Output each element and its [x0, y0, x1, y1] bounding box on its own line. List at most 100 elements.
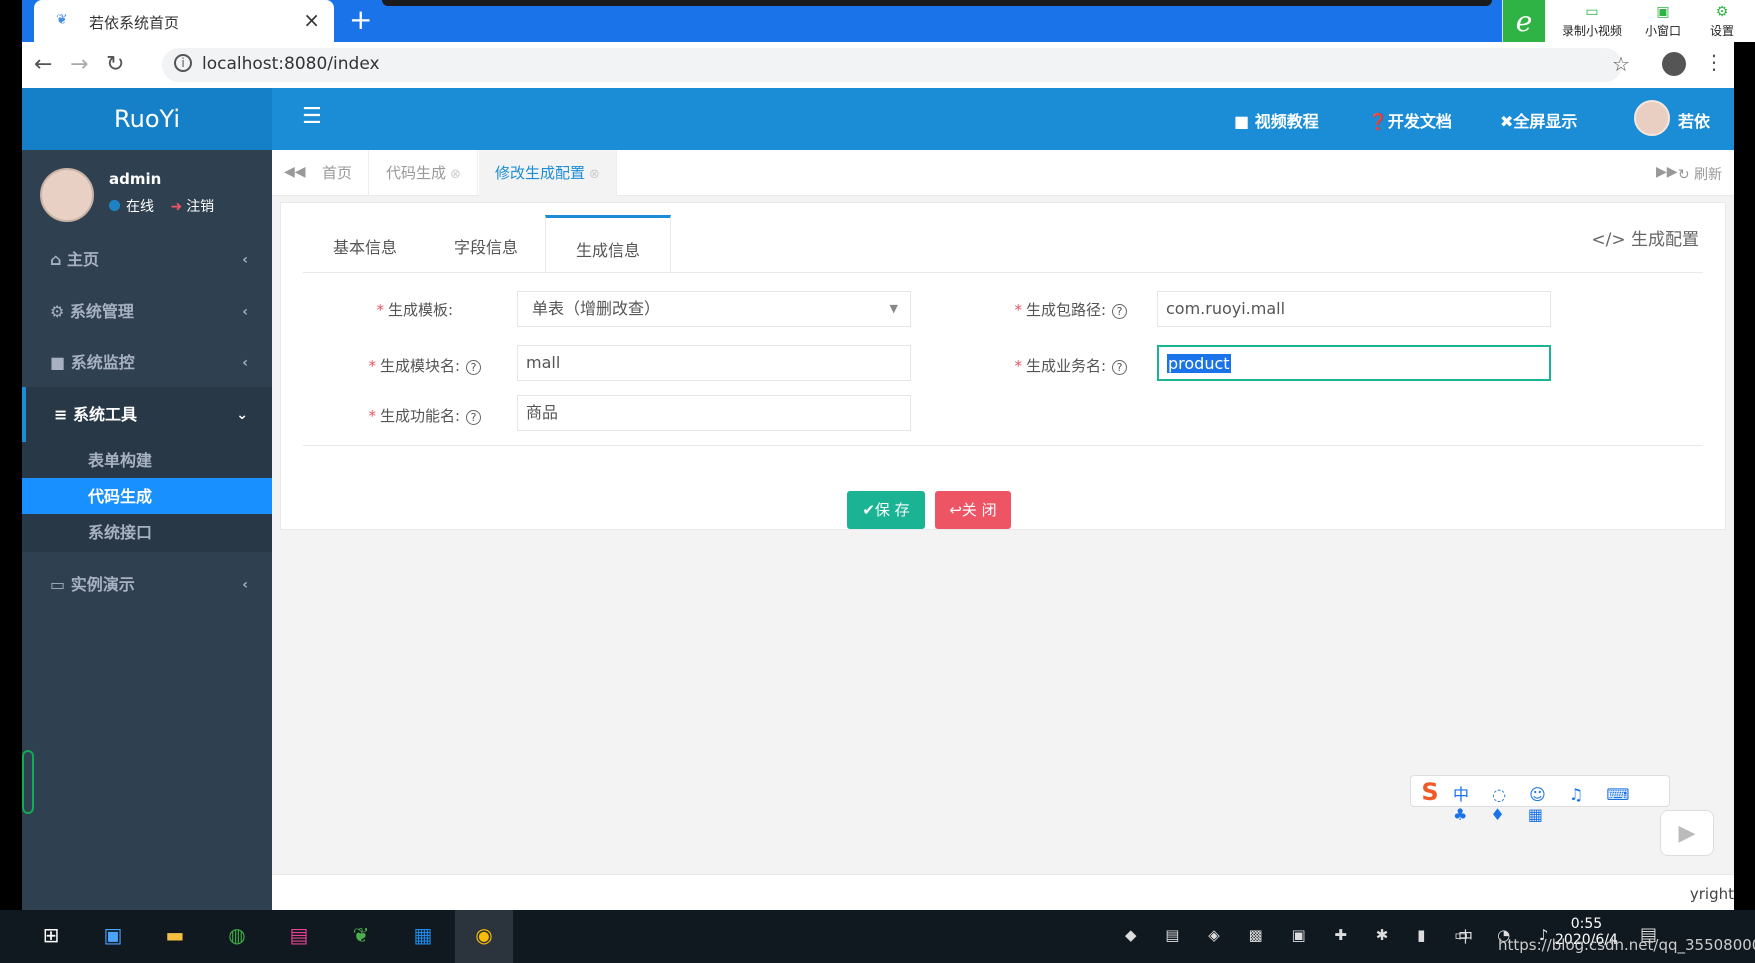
new-tab-button[interactable]: +: [349, 4, 372, 36]
logout-icon[interactable]: ➜: [170, 199, 182, 215]
settings-label: 设置: [1709, 24, 1734, 38]
browser-menu-icon[interactable]: ⋮: [1704, 50, 1724, 74]
sidebar-item-label: 系统监控: [70, 353, 135, 372]
save-button[interactable]: ✔保 存: [847, 491, 925, 529]
page-tabs-bar: ◀◀ 首页 代码生成 ⊗ 修改生成配置 ⊗ ▶▶ ↻ 刷新: [272, 150, 1734, 196]
reload-icon[interactable]: ↻: [106, 52, 124, 77]
calendar-app-icon[interactable]: ▦: [408, 920, 438, 950]
play-icon[interactable]: ▶: [1660, 810, 1714, 856]
browser-tab-bar: ❦ 若依系统首页 × +: [22, 0, 1734, 42]
required-mark: *: [368, 407, 376, 425]
help-icon[interactable]: ?: [466, 410, 481, 425]
browser-tab[interactable]: ❦ 若依系统首页 ×: [34, 0, 334, 42]
bookmark-star-icon[interactable]: ☆: [1612, 52, 1630, 76]
recorder-toolbar: e ▭ 录制小视频 ▣ 小窗口 ⚙ 设置: [1502, 0, 1755, 44]
scroll-indicator[interactable]: [22, 750, 34, 814]
ime-icons[interactable]: 中 ◌ ☺ ♫ ⌨ ♣ ♦ ▦: [1453, 781, 1669, 824]
sidebar-item-home[interactable]: ⌂ 主页 ‹: [22, 232, 272, 288]
code-icon: </>: [1591, 230, 1631, 250]
save-label: 保 存: [874, 501, 910, 519]
close-tab-icon[interactable]: ⊗: [450, 167, 461, 182]
forward-icon[interactable]: →: [70, 52, 88, 77]
list-icon: ≡: [54, 405, 73, 424]
desktop-icon: ▭: [50, 575, 71, 594]
user-status: 在线 ➜ 注销: [109, 196, 214, 216]
intellij-icon[interactable]: ▤: [284, 920, 314, 950]
chevron-down-icon: ▼: [889, 302, 898, 315]
close-button[interactable]: ↩关 闭: [935, 491, 1011, 529]
header-username[interactable]: 若依: [1678, 108, 1710, 132]
system-tray[interactable]: ◆ ▤ ◈ ▩ ▣ ✚ ✱ ▮ ▭ ◔ ♪: [1125, 926, 1561, 944]
refresh-button[interactable]: ↻ 刷新: [1678, 164, 1722, 184]
tab-gen-info[interactable]: 生成信息: [545, 215, 672, 273]
page-tab-label: 修改生成配置: [495, 164, 586, 182]
leaf-app-icon[interactable]: ❦: [346, 920, 376, 950]
dev-docs-link[interactable]: ❓开发文档: [1368, 108, 1452, 132]
copyright-text: yright: [1689, 885, 1734, 903]
help-icon[interactable]: ?: [1112, 304, 1127, 319]
sidebar-item-demo[interactable]: ▭ 实例演示 ‹: [22, 557, 272, 613]
home-icon: ⌂: [50, 250, 68, 269]
expand-icon: ✖: [1500, 112, 1514, 131]
function-label: * 生成功能名:?: [281, 405, 481, 426]
mini-window-button[interactable]: ▣ 小窗口: [1633, 4, 1693, 39]
sidebar-subitem-code-gen[interactable]: 代码生成: [22, 478, 272, 516]
tabs-next-icon[interactable]: ▶▶: [1656, 164, 1678, 180]
mini-window-label: 小窗口: [1644, 24, 1681, 38]
tab-basic-info[interactable]: 基本信息: [303, 215, 427, 273]
windows-start-icon[interactable]: ⊞: [36, 920, 66, 950]
tabs-prev-icon[interactable]: ◀◀: [284, 164, 306, 180]
function-input[interactable]: 商品: [517, 395, 911, 431]
ime-indicator[interactable]: 中: [1458, 926, 1473, 947]
header-avatar[interactable]: [1634, 100, 1670, 136]
template-select[interactable]: 单表（增删改查） ▼: [517, 291, 911, 327]
record-video-label: 录制小视频: [1561, 24, 1622, 38]
page-tab-code-gen[interactable]: 代码生成 ⊗: [370, 150, 478, 196]
check-icon: ✔: [862, 501, 875, 519]
url-bar[interactable]: i localhost:8080/index: [162, 48, 1622, 82]
required-mark: *: [376, 301, 384, 319]
business-label-text: 生成业务名:: [1025, 357, 1106, 375]
sidebar-subitem-system-api[interactable]: 系统接口: [22, 514, 272, 552]
tab-field-info[interactable]: 字段信息: [424, 215, 548, 273]
menu-toggle-icon[interactable]: ☰: [302, 104, 322, 129]
module-input[interactable]: mall: [517, 345, 911, 381]
fullscreen-link[interactable]: ✖全屏显示: [1500, 108, 1577, 132]
sogou-icon[interactable]: S: [1413, 776, 1447, 808]
record-video-button[interactable]: ▭ 录制小视频: [1553, 4, 1631, 39]
sidebar-item-label: 实例演示: [70, 575, 135, 594]
page-tab-home[interactable]: 首页: [306, 150, 370, 196]
app-header: RuoYi ☰ ■ 视频教程 ❓开发文档 ✖全屏显示 若依: [22, 88, 1734, 150]
user-avatar: [40, 168, 94, 222]
page-tab-edit-gen-config[interactable]: 修改生成配置 ⊗: [479, 150, 617, 196]
folder-icon[interactable]: ▬: [160, 920, 190, 950]
sidebar-item-system-tools[interactable]: ≡ 系统工具 ⌄: [22, 387, 272, 443]
help-icon[interactable]: ?: [466, 360, 481, 375]
brand-logo[interactable]: RuoYi: [22, 88, 272, 150]
computer-icon[interactable]: ▣: [98, 920, 128, 950]
form-divider: [303, 445, 1703, 446]
video-tutorial-link[interactable]: ■ 视频教程: [1234, 108, 1319, 132]
sidebar-subitem-form-builder[interactable]: 表单构建: [22, 442, 272, 480]
settings-button[interactable]: ⚙ 设置: [1697, 4, 1747, 39]
fullscreen-label: 全屏显示: [1513, 112, 1578, 131]
close-tab-icon[interactable]: ×: [303, 8, 320, 32]
package-label: * 生成包路径:?: [927, 299, 1127, 320]
package-label-text: 生成包路径:: [1025, 301, 1106, 319]
chrome-icon[interactable]: ◉: [469, 920, 499, 950]
business-value: product: [1167, 354, 1231, 373]
tv-icon: ▣: [1656, 4, 1670, 20]
help-icon[interactable]: ?: [1112, 360, 1127, 375]
info-icon[interactable]: i: [174, 54, 192, 72]
browser-green-icon[interactable]: ◍: [222, 920, 252, 950]
video-tutorial-label: 视频教程: [1254, 112, 1319, 131]
back-icon[interactable]: ←: [34, 52, 52, 77]
close-tab-icon[interactable]: ⊗: [589, 167, 600, 182]
sidebar-item-system-management[interactable]: ⚙ 系统管理 ‹: [22, 284, 272, 340]
account-icon[interactable]: [1662, 52, 1686, 76]
logout-link[interactable]: 注销: [186, 199, 214, 215]
gen-config-title: </> 生成配置: [1591, 225, 1699, 250]
package-input[interactable]: com.ruoyi.mall: [1157, 291, 1551, 327]
sidebar-item-system-monitor[interactable]: ■ 系统监控 ‹: [22, 335, 272, 391]
business-input[interactable]: product: [1157, 345, 1551, 381]
